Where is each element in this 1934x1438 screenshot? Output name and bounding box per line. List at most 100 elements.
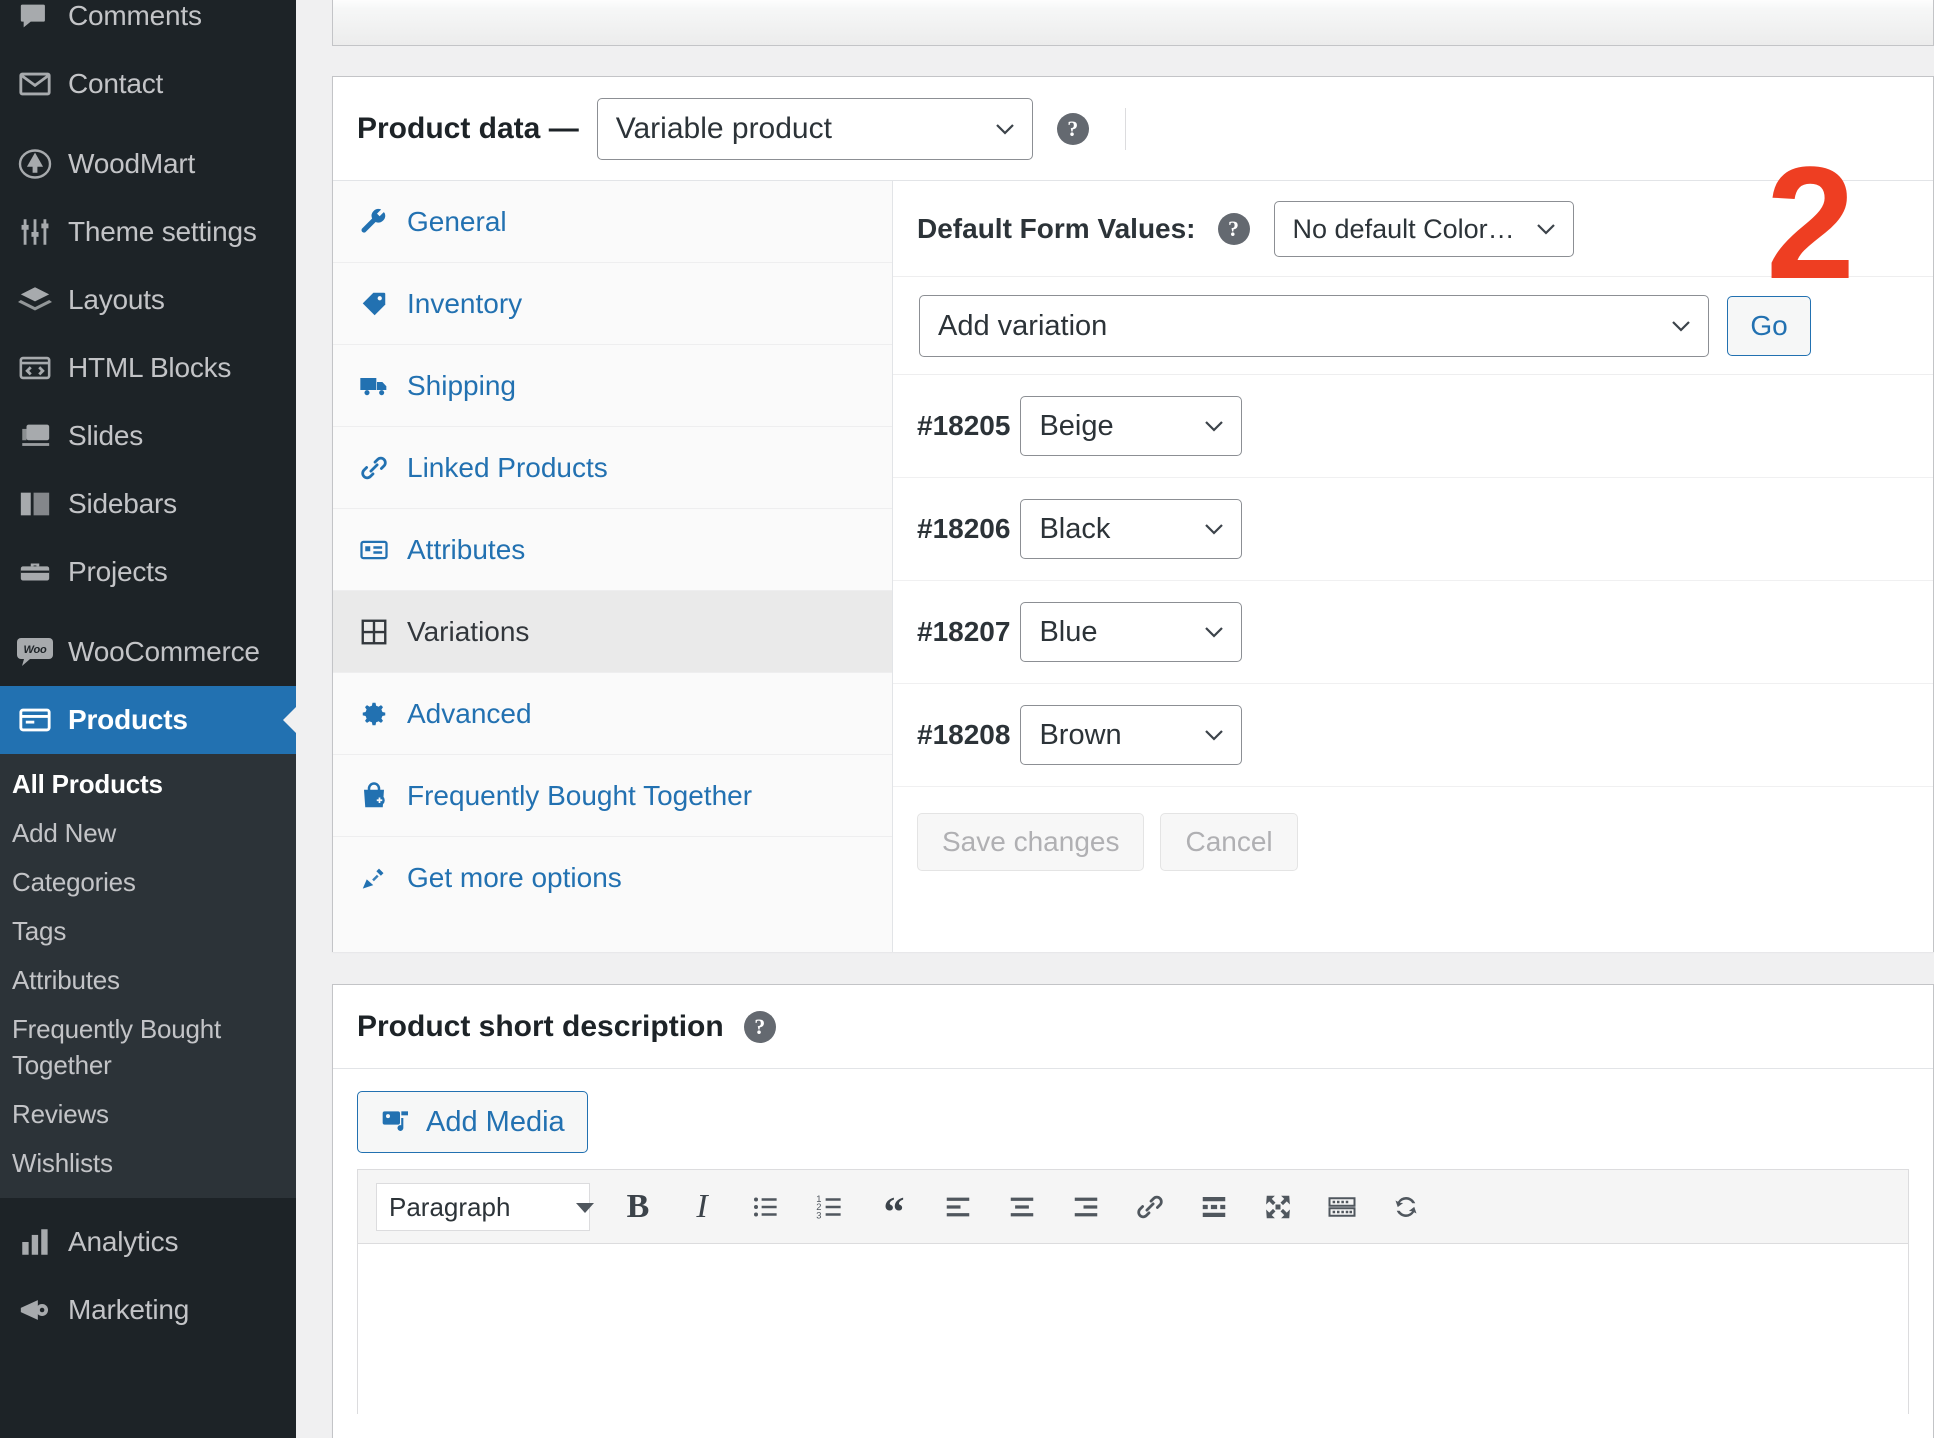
help-icon[interactable]: ?	[743, 1010, 776, 1043]
truck-icon	[359, 370, 407, 402]
blockquote-icon[interactable]: “	[862, 1179, 926, 1235]
tab-attributes[interactable]: Attributes	[333, 509, 892, 591]
word-count-box: Word count: 0	[332, 0, 1934, 46]
product-data-panel: Product data — Variable product ? Genera…	[332, 76, 1934, 952]
cancel-button[interactable]: Cancel	[1160, 813, 1298, 871]
variation-id: #18206	[917, 513, 1011, 544]
sidebar-item-label: Layouts	[68, 284, 165, 315]
attributes-icon	[359, 535, 407, 565]
variation-color-select-wrap: Blue	[1020, 602, 1243, 662]
variation-color-select[interactable]: Blue	[1020, 602, 1243, 662]
submenu-item-attributes[interactable]: Attributes	[0, 956, 296, 1005]
save-changes-button[interactable]: Save changes	[917, 813, 1145, 871]
slides-icon	[8, 419, 62, 453]
default-color-select-wrap: No default Color…	[1273, 200, 1574, 257]
sidebar-item-contact[interactable]: Contact	[0, 50, 296, 118]
bold-icon[interactable]: B	[606, 1179, 670, 1235]
submenu-item-all-products[interactable]: All Products	[0, 760, 296, 809]
add-media-button[interactable]: Add Media	[357, 1091, 588, 1153]
product-data-tabs: General Inventory Shipping Linked Produc…	[333, 181, 893, 952]
numbered-list-icon[interactable]: 123	[798, 1179, 862, 1235]
woodmart-icon	[8, 146, 62, 182]
grid-icon	[359, 617, 407, 647]
undo-icon[interactable]	[1374, 1179, 1438, 1235]
tab-variations[interactable]: Variations	[333, 591, 892, 673]
editor-toolbar: Paragraph B I 123 “	[358, 1170, 1908, 1244]
variation-row: #18206 Black	[893, 478, 1933, 581]
fullscreen-icon[interactable]	[1246, 1179, 1310, 1235]
code-icon	[8, 351, 62, 385]
submenu-item-tags[interactable]: Tags	[0, 907, 296, 956]
tab-get-more-options[interactable]: Get more options	[333, 837, 892, 919]
sidebar-item-label: Slides	[68, 420, 144, 451]
add-variation-select-wrap: Add variation	[919, 294, 1709, 357]
sidebar-item-layouts[interactable]: Layouts	[0, 266, 296, 334]
variation-row: #18207 Blue	[893, 581, 1933, 684]
insert-link-icon[interactable]	[1118, 1179, 1182, 1235]
help-icon[interactable]: ?	[1056, 112, 1089, 145]
product-type-select-wrap: Variable product	[596, 97, 1033, 160]
variation-color-select[interactable]: Black	[1020, 499, 1243, 559]
submenu-item-frequently-bought-together[interactable]: Frequently Bought Together	[0, 1005, 296, 1089]
sidebar-divider	[0, 118, 296, 130]
sidebars-icon	[8, 487, 62, 521]
svg-text:Woo: Woo	[23, 644, 47, 656]
sidebar-item-label: Theme settings	[68, 216, 257, 247]
variation-actions: Save changes Cancel	[893, 787, 1933, 897]
tab-linked-products[interactable]: Linked Products	[333, 427, 892, 509]
bulleted-list-icon[interactable]	[734, 1179, 798, 1235]
sidebar-item-analytics[interactable]: Analytics	[0, 1208, 296, 1276]
sidebar-item-html-blocks[interactable]: HTML Blocks	[0, 334, 296, 402]
toolbar-toggle-icon[interactable]	[1310, 1179, 1374, 1235]
submenu-item-wishlists[interactable]: Wishlists	[0, 1139, 296, 1188]
wrench-icon	[359, 207, 407, 237]
read-more-icon[interactable]	[1182, 1179, 1246, 1235]
sidebar-item-slides[interactable]: Slides	[0, 402, 296, 470]
sidebar-item-marketing[interactable]: Marketing	[0, 1276, 296, 1344]
product-data-header: Product data — Variable product ?	[333, 77, 1933, 181]
sidebar-item-label: Analytics	[68, 1225, 179, 1257]
editor-content-area[interactable]	[358, 1244, 1908, 1414]
sidebar-item-projects[interactable]: Projects	[0, 538, 296, 606]
help-icon[interactable]: ?	[1217, 212, 1250, 245]
tab-general[interactable]: General	[333, 181, 892, 263]
italic-icon[interactable]: I	[670, 1179, 734, 1235]
tab-inventory[interactable]: Inventory	[333, 263, 892, 345]
bag-plus-icon	[359, 781, 407, 811]
sidebar-item-comments[interactable]: Comments	[0, 0, 296, 50]
add-variation-select[interactable]: Add variation	[919, 294, 1709, 357]
tab-frequently-bought-together[interactable]: Frequently Bought Together	[333, 755, 892, 837]
add-media-icon	[380, 1106, 412, 1138]
submenu-item-categories[interactable]: Categories	[0, 858, 296, 907]
product-short-description-panel: Product short description ? Add Media Pa…	[332, 984, 1934, 1438]
tab-label: Attributes	[407, 533, 526, 565]
product-type-select[interactable]: Variable product	[596, 97, 1033, 160]
submenu-item-reviews[interactable]: Reviews	[0, 1090, 296, 1139]
variation-color-select[interactable]: Beige	[1020, 396, 1243, 456]
sidebar-item-products[interactable]: Products	[0, 686, 296, 754]
align-right-icon[interactable]	[1054, 1179, 1118, 1235]
format-select[interactable]: Paragraph	[376, 1182, 590, 1231]
woo-icon: Woo	[8, 637, 62, 667]
sidebar-item-woocommerce[interactable]: Woo WooCommerce	[0, 618, 296, 686]
tab-label: Frequently Bought Together	[407, 779, 753, 811]
sidebar-item-sidebars[interactable]: Sidebars	[0, 470, 296, 538]
layers-icon	[8, 283, 62, 317]
variation-id: #18207	[917, 616, 1011, 647]
tab-shipping[interactable]: Shipping	[333, 345, 892, 427]
sidebar-item-label: Contact	[68, 68, 164, 99]
sidebar-item-label: HTML Blocks	[68, 352, 232, 383]
tab-advanced[interactable]: Advanced	[333, 673, 892, 755]
admin-sidebar: Comments Contact WoodMart Theme settings	[0, 0, 296, 1438]
align-left-icon[interactable]	[926, 1179, 990, 1235]
tag-icon	[359, 289, 407, 319]
sidebar-item-theme-settings[interactable]: Theme settings	[0, 198, 296, 266]
tab-label: Advanced	[407, 697, 532, 729]
product-data-body: General Inventory Shipping Linked Produc…	[333, 181, 1933, 952]
submenu-item-add-new[interactable]: Add New	[0, 809, 296, 858]
variation-color-select[interactable]: Brown	[1020, 705, 1243, 765]
sliders-icon	[8, 215, 62, 249]
default-color-select[interactable]: No default Color…	[1273, 200, 1574, 257]
align-center-icon[interactable]	[990, 1179, 1054, 1235]
sidebar-item-woodmart[interactable]: WoodMart	[0, 130, 296, 198]
